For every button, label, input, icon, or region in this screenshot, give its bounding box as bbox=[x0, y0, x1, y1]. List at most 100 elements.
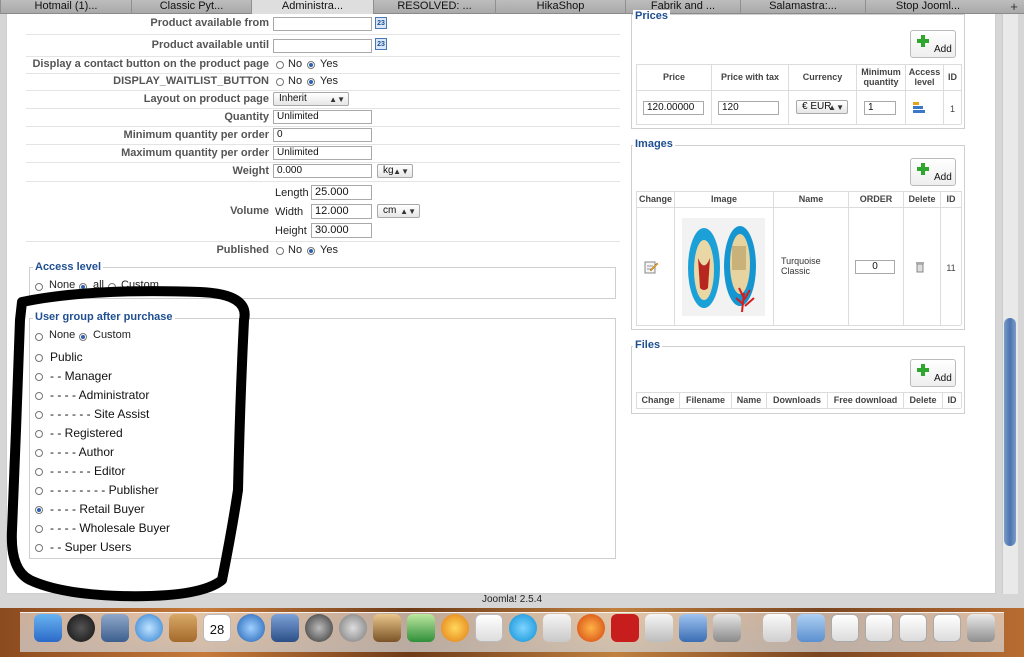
skype-icon[interactable] bbox=[509, 614, 537, 642]
minimized-window-icon[interactable] bbox=[865, 614, 893, 642]
height-input[interactable]: 30.000 bbox=[311, 223, 372, 238]
files-add-button[interactable]: Add bbox=[910, 359, 956, 387]
min-quantity-input[interactable]: 1 bbox=[864, 101, 896, 115]
trash-icon[interactable] bbox=[915, 261, 925, 273]
quantity-label: Quantity bbox=[224, 111, 269, 123]
min-qty-label: Minimum quantity per order bbox=[123, 129, 269, 141]
published-yes-text: Yes bbox=[320, 244, 338, 256]
published-no-radio[interactable] bbox=[276, 247, 284, 255]
divider bbox=[636, 64, 961, 65]
minimized-window-icon[interactable] bbox=[899, 614, 927, 642]
dashboard-icon[interactable] bbox=[67, 614, 95, 642]
max-qty-input[interactable]: Unlimited bbox=[273, 146, 372, 160]
published-yes-radio[interactable] bbox=[307, 247, 315, 255]
order-header: ORDER bbox=[859, 194, 893, 204]
images-legend: Images bbox=[633, 138, 675, 150]
divider bbox=[674, 191, 675, 325]
divider bbox=[26, 126, 620, 127]
tab-hotmail[interactable]: Hotmail (1)... bbox=[0, 0, 131, 14]
min-qty-input[interactable]: 0 bbox=[273, 128, 372, 142]
tab-resolved[interactable]: RESOLVED: ... bbox=[373, 0, 495, 14]
waitlist-no-text: No bbox=[288, 75, 303, 87]
contact-button-label: Display a contact button on the product … bbox=[32, 58, 269, 70]
acrobat-icon[interactable] bbox=[475, 614, 503, 642]
divider bbox=[773, 191, 774, 325]
images-add-button[interactable]: Add bbox=[910, 158, 956, 186]
image-order-input[interactable]: 0 bbox=[855, 260, 895, 274]
app-icon[interactable] bbox=[713, 614, 741, 642]
access-level-legend: Access level bbox=[33, 261, 104, 273]
tab-salamastra[interactable]: Salamastra:... bbox=[740, 0, 865, 14]
length-input[interactable]: 25.000 bbox=[311, 185, 372, 200]
currency-select[interactable]: € EUR ▲▼ bbox=[796, 100, 848, 114]
mail-icon[interactable] bbox=[101, 614, 129, 642]
price-tax-header: Price with tax bbox=[720, 72, 780, 82]
flower-icon[interactable] bbox=[441, 614, 469, 642]
time-machine-icon[interactable] bbox=[305, 614, 333, 642]
contact-yes-radio[interactable] bbox=[307, 61, 315, 69]
firefox-icon[interactable] bbox=[577, 614, 605, 642]
textedit-icon[interactable] bbox=[543, 614, 571, 642]
waitlist-yes-radio[interactable] bbox=[307, 78, 315, 86]
finder-icon[interactable] bbox=[34, 614, 62, 642]
waitlist-yes-text: Yes bbox=[320, 75, 338, 87]
divider bbox=[636, 408, 961, 409]
tab-stop-joomla[interactable]: Stop Jooml... bbox=[865, 0, 990, 14]
spaces-icon[interactable] bbox=[271, 614, 299, 642]
waitlist-no-radio[interactable] bbox=[276, 78, 284, 86]
divider bbox=[848, 191, 849, 325]
calendar-icon[interactable]: 28 bbox=[203, 614, 231, 642]
edit-icon[interactable] bbox=[644, 260, 658, 274]
contact-no-radio[interactable] bbox=[276, 61, 284, 69]
divider bbox=[961, 64, 962, 124]
filename-header: Filename bbox=[685, 395, 725, 405]
system-preferences-icon[interactable] bbox=[339, 614, 367, 642]
add-label: Add bbox=[934, 373, 952, 384]
tab-classic-pyt[interactable]: Classic Pyt... bbox=[131, 0, 251, 14]
document-icon[interactable] bbox=[763, 614, 791, 642]
width-input[interactable]: 12.000 bbox=[311, 204, 372, 219]
new-tab-button[interactable]: + bbox=[1004, 0, 1024, 14]
minimized-window-icon[interactable] bbox=[933, 614, 961, 642]
price-input[interactable]: 120.00000 bbox=[643, 101, 704, 115]
files-legend: Files bbox=[633, 339, 663, 351]
prices-add-button[interactable]: Add bbox=[910, 30, 956, 58]
volume-unit-select[interactable]: cm ▲▼ bbox=[377, 204, 420, 218]
weight-unit-select[interactable]: kg ▲▼ bbox=[377, 164, 413, 178]
preview-icon[interactable] bbox=[373, 614, 401, 642]
delete-header: Delete bbox=[909, 395, 937, 405]
price-tax-input[interactable]: 120 bbox=[718, 101, 779, 115]
quill-icon[interactable] bbox=[407, 614, 435, 642]
hand-drawn-annotation bbox=[6, 286, 250, 602]
free-download-header: Free download bbox=[833, 395, 898, 405]
tab-hikashop[interactable]: HikaShop bbox=[495, 0, 625, 14]
itunes-icon[interactable] bbox=[237, 614, 265, 642]
script-editor-icon[interactable] bbox=[645, 614, 673, 642]
divider bbox=[636, 124, 961, 125]
change-header: Change bbox=[638, 194, 672, 204]
add-icon bbox=[917, 35, 929, 47]
quantity-input[interactable]: Unlimited bbox=[273, 110, 372, 124]
filezilla-icon[interactable] bbox=[611, 614, 639, 642]
weight-label: Weight bbox=[232, 165, 269, 177]
folder-icon[interactable] bbox=[679, 614, 707, 642]
minimized-window-icon[interactable] bbox=[831, 614, 859, 642]
calendar-icon[interactable]: 23 bbox=[375, 38, 387, 50]
layout-select[interactable]: Inherit ▲▼ bbox=[273, 92, 349, 106]
id-header: ID bbox=[948, 72, 957, 82]
calendar-icon[interactable]: 23 bbox=[375, 17, 387, 29]
divider bbox=[636, 392, 961, 393]
scrollbar-thumb[interactable] bbox=[1004, 318, 1016, 546]
available-from-input[interactable] bbox=[273, 17, 372, 31]
tab-administrator[interactable]: Administra... bbox=[251, 0, 373, 14]
address-book-icon[interactable] bbox=[169, 614, 197, 642]
id-header: ID bbox=[946, 194, 956, 204]
currency-header: Currency bbox=[802, 72, 843, 82]
trash-icon[interactable] bbox=[967, 614, 995, 642]
access-level-icon[interactable] bbox=[912, 102, 926, 114]
available-until-input[interactable] bbox=[273, 39, 372, 53]
weight-input[interactable]: 0.000 bbox=[273, 164, 372, 178]
downloads-folder-icon[interactable] bbox=[797, 614, 825, 642]
safari-icon[interactable] bbox=[135, 614, 163, 642]
divider bbox=[961, 392, 962, 408]
